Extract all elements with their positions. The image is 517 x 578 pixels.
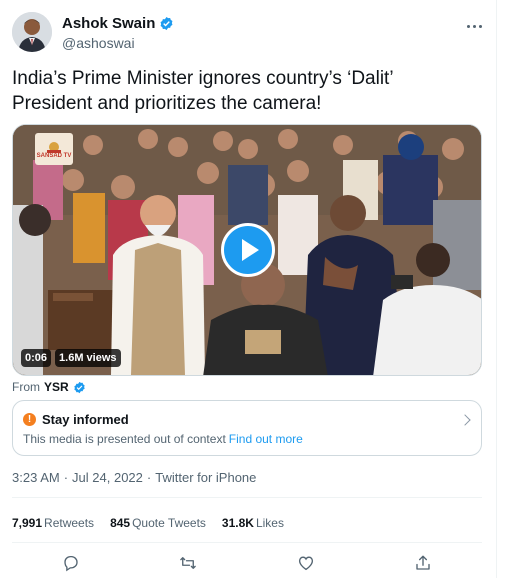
quote-tweets-stat[interactable]: 845 Quote Tweets [110, 516, 206, 530]
timestamp-separator: · [146, 470, 152, 485]
attribution-prefix: From [12, 380, 40, 394]
channel-logo-text: SANSAD TV [36, 153, 72, 159]
like-icon [298, 556, 313, 571]
video-duration: 0:06 [21, 349, 52, 367]
likes-stat[interactable]: 31.8K Likes [222, 516, 284, 530]
reply-icon [64, 555, 78, 572]
retweet-icon [180, 557, 197, 569]
divider [12, 542, 482, 543]
notice-body-row: This media is presented out of context Fi… [23, 432, 303, 446]
video-views: 1.6M views [55, 349, 121, 367]
tweet-time[interactable]: 3:23 AM [12, 470, 60, 485]
verified-badge-icon [74, 381, 85, 393]
tweet-text: India’s Prime Minister ignores country’s… [12, 68, 393, 114]
author-display-name[interactable]: Ashok Swain [62, 15, 155, 32]
likes-count: 31.8K [221, 516, 254, 530]
retweets-count: 7,991 [12, 516, 43, 530]
notice-body: This media is presented out of context [23, 432, 226, 446]
play-button[interactable] [221, 223, 275, 277]
verified-badge-icon [160, 16, 173, 31]
share-button[interactable] [406, 550, 440, 576]
video-meta: 0:06 1.6M views [21, 349, 121, 367]
share-icon [416, 555, 430, 570]
tweet-actions [12, 548, 482, 578]
avatar[interactable] [12, 12, 52, 52]
tweet-timestamp: 3:23 AM · Jul 24, 2022 · Twitter for iPh… [12, 470, 256, 485]
find-out-more-link[interactable]: Find out more [229, 432, 303, 446]
chevron-right-icon [459, 414, 471, 426]
media-attribution: From YSR [12, 380, 86, 394]
retweets-stat[interactable]: 7,991 Retweets [12, 516, 94, 530]
tweet-detail: Ashok Swain @ashoswai India’s Prime Mini… [0, 0, 497, 578]
more-options-icon[interactable] [464, 18, 484, 34]
tweet-stats: 7,991 Retweets 845 Quote Tweets 31.8K Likes [12, 516, 284, 530]
retweet-button[interactable] [171, 550, 205, 576]
notice-title-row: ! Stay informed [23, 412, 129, 427]
notice-title: Stay informed [42, 412, 129, 427]
divider [12, 497, 482, 498]
timestamp-separator: · [63, 470, 69, 485]
warning-icon: ! [23, 413, 36, 426]
play-icon [242, 239, 259, 261]
reply-button[interactable] [54, 550, 88, 576]
retweets-label: Retweets [44, 516, 95, 530]
author-handle[interactable]: @ashoswai [62, 35, 135, 51]
author-name-row[interactable]: Ashok Swain [62, 15, 174, 32]
attribution-user[interactable]: YSR [44, 380, 69, 394]
context-notice[interactable]: ! Stay informed This media is presented … [12, 400, 482, 456]
video-player[interactable]: SANSAD TV 0:06 1.6M views [12, 124, 482, 376]
likes-label: Likes [255, 516, 284, 530]
avatar-image [12, 12, 52, 52]
like-button[interactable] [289, 550, 323, 576]
channel-logo: SANSAD TV [35, 133, 73, 165]
tweet-source[interactable]: Twitter for iPhone [155, 470, 256, 485]
tweet-header: Ashok Swain @ashoswai [12, 12, 484, 56]
tweet-date[interactable]: Jul 24, 2022 [72, 470, 143, 485]
channel-logo-mark [47, 142, 61, 153]
quote-tweets-count: 845 [110, 516, 131, 530]
quote-tweets-label: Quote Tweets [132, 516, 206, 530]
